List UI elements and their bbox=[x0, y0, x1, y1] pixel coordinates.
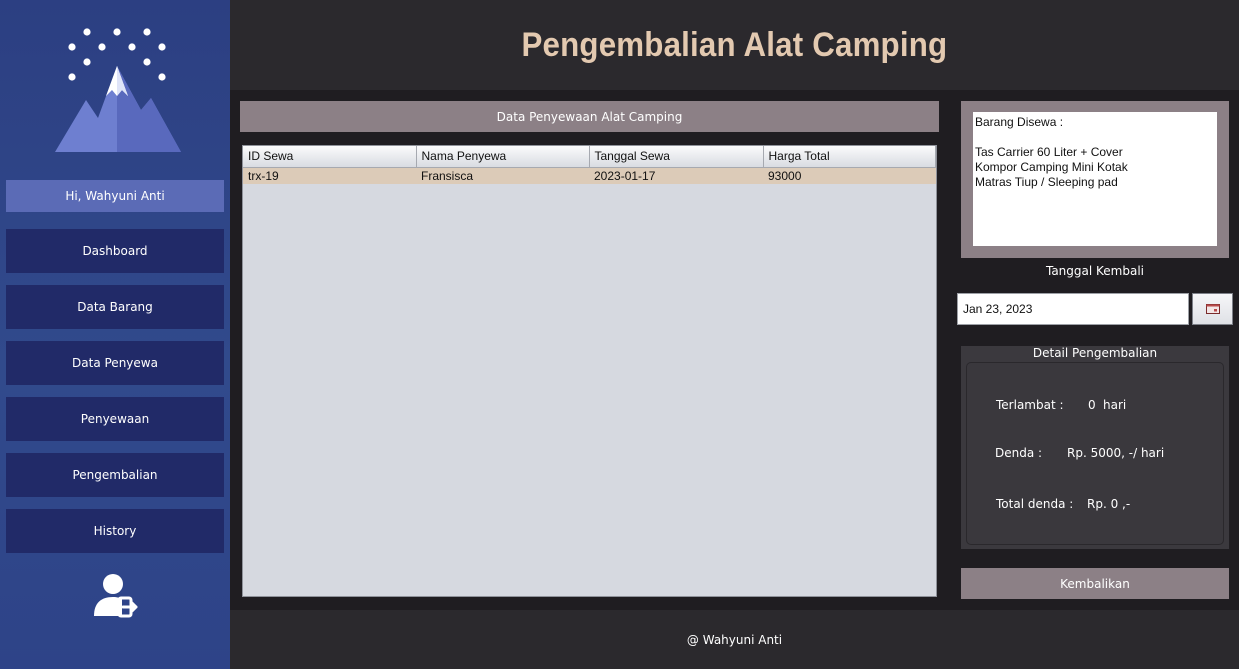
table-cell: Fransisca bbox=[416, 167, 589, 184]
nav-data-barang-button[interactable]: Data Barang bbox=[6, 285, 224, 329]
mountain-snow-logo bbox=[55, 28, 181, 152]
table-header-row: ID Sewa Nama Penyewa Tanggal Sewa Harga … bbox=[243, 146, 936, 168]
nav-penyewaan-button[interactable]: Penyewaan bbox=[6, 397, 224, 441]
fine-label: Denda : bbox=[995, 446, 1043, 460]
nav-dashboard-button[interactable]: Dashboard bbox=[6, 229, 224, 273]
main-panel: Data Penyewaan Alat Camping ID Sewa Nama… bbox=[230, 90, 1239, 610]
header: Pengembalian Alat Camping bbox=[230, 0, 1239, 90]
return-date-input[interactable]: Jan 23, 2023 bbox=[957, 293, 1189, 325]
late-label: Terlambat : bbox=[996, 398, 1064, 412]
column-header-tanggal-sewa[interactable]: Tanggal Sewa bbox=[589, 146, 764, 168]
user-logout-icon[interactable] bbox=[92, 572, 138, 618]
calendar-icon bbox=[1205, 304, 1220, 314]
total-fine-value: Rp. 0 ,- bbox=[1087, 497, 1131, 511]
column-header-harga-total[interactable]: Harga Total bbox=[763, 146, 936, 168]
table-cell: 93000 bbox=[763, 167, 936, 184]
nav-pengembalian-button[interactable]: Pengembalian bbox=[6, 453, 224, 497]
table-cell: trx-19 bbox=[243, 167, 416, 184]
calendar-button[interactable] bbox=[1192, 293, 1233, 325]
greeting-label: Hi, Wahyuni Anti bbox=[6, 180, 224, 212]
rented-items-textarea[interactable]: Barang Disewa : Tas Carrier 60 Liter + C… bbox=[973, 112, 1217, 246]
page-title: Pengembalian Alat Camping bbox=[521, 25, 948, 64]
rented-items-panel: Barang Disewa : Tas Carrier 60 Liter + C… bbox=[961, 101, 1229, 258]
column-header-nama-penyewa[interactable]: Nama Penyewa bbox=[416, 146, 590, 168]
table-cell: 2023-01-17 bbox=[589, 167, 763, 184]
footer-credit: @ Wahyuni Anti bbox=[686, 632, 783, 647]
fine-value: Rp. 5000, -/ hari bbox=[1067, 446, 1165, 460]
detail-box: Terlambat : 0 hari Denda : Rp. 5000, -/ … bbox=[966, 362, 1224, 545]
return-detail-panel: Detail Pengembalian Terlambat : 0 hari D… bbox=[961, 346, 1229, 549]
table-row[interactable]: trx-19 Fransisca 2023-01-17 93000 bbox=[243, 167, 936, 184]
table-title: Data Penyewaan Alat Camping bbox=[240, 101, 939, 132]
return-date-label: Tanggal Kembali bbox=[1045, 264, 1145, 278]
late-value: 0 bbox=[1088, 398, 1096, 412]
sidebar: Hi, Wahyuni Anti Dashboard Data Barang D… bbox=[0, 0, 230, 669]
total-fine-label: Total denda : bbox=[996, 497, 1074, 511]
footer: @ Wahyuni Anti bbox=[230, 610, 1239, 669]
nav-data-penyewa-button[interactable]: Data Penyewa bbox=[6, 341, 224, 385]
detail-title: Detail Pengembalian bbox=[1032, 346, 1158, 360]
rental-table[interactable]: ID Sewa Nama Penyewa Tanggal Sewa Harga … bbox=[242, 145, 937, 597]
return-button[interactable]: Kembalikan bbox=[961, 568, 1229, 599]
late-unit: hari bbox=[1103, 398, 1127, 412]
nav-history-button[interactable]: History bbox=[6, 509, 224, 553]
column-header-id-sewa[interactable]: ID Sewa bbox=[243, 146, 417, 168]
